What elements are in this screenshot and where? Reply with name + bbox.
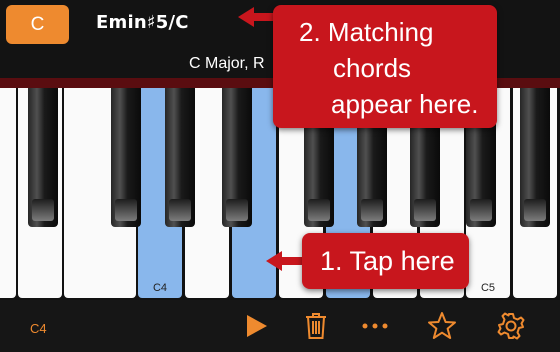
white-key[interactable] [0, 88, 16, 298]
more-icon[interactable] [359, 310, 391, 342]
key-label: C4 [152, 282, 168, 294]
octave-label[interactable]: C4 [30, 321, 47, 336]
black-key[interactable] [520, 88, 550, 227]
tap-here-callout: 1. Tap here [302, 233, 469, 289]
callout-line: 2. Matching [299, 17, 434, 47]
black-key[interactable] [165, 88, 195, 227]
matching-chords-callout: 2. Matching chords appear here. [273, 5, 497, 128]
root-note-button[interactable]: C [6, 5, 69, 44]
play-icon[interactable] [240, 310, 272, 342]
black-key[interactable] [222, 88, 252, 227]
settings-gear-icon[interactable] [495, 310, 527, 342]
black-key[interactable] [28, 88, 58, 227]
scale-name: C Major, R [189, 55, 265, 72]
key-label: C5 [480, 282, 496, 294]
chord-name: Emin♯5/C [96, 12, 189, 33]
callout-arrow-head [266, 251, 282, 271]
trash-icon[interactable] [300, 310, 332, 342]
callout-text: 1. Tap here [320, 246, 455, 276]
bottom-toolbar: C4 [0, 300, 560, 352]
callout-arrow-head [238, 7, 254, 27]
callout-line: chords [333, 53, 412, 83]
black-key[interactable] [111, 88, 141, 227]
callout-line: appear here. [331, 89, 479, 119]
star-icon[interactable] [426, 310, 458, 342]
